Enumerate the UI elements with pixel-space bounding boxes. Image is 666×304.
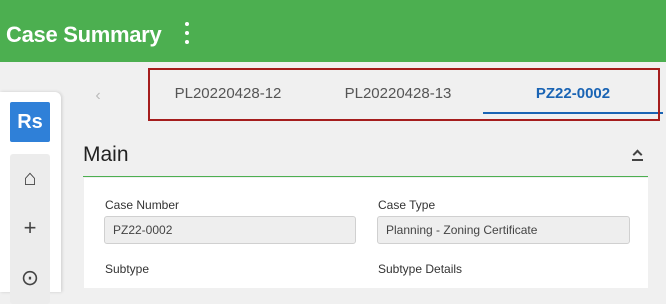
case-number-label: Case Number <box>105 198 180 212</box>
case-number-field[interactable]: PZ22-0002 <box>104 216 356 244</box>
home-icon[interactable]: ⌂ <box>10 158 50 198</box>
case-type-field[interactable]: Planning - Zoning Certificate <box>377 216 630 244</box>
case-type-label: Case Type <box>378 198 436 212</box>
section-title: Main <box>83 143 129 166</box>
rail-nav: ⌂ + ⊙ <box>10 154 50 304</box>
tab-pl20220428-13[interactable]: PL20220428-13 <box>323 70 473 116</box>
tab-pl20220428-12[interactable]: PL20220428-12 <box>153 70 303 116</box>
search-icon[interactable]: ⊙ <box>10 258 50 298</box>
page-title: Case Summary <box>6 22 162 47</box>
section-divider <box>83 176 648 177</box>
app-logo[interactable]: Rs <box>10 102 50 142</box>
plus-icon[interactable]: + <box>10 208 50 248</box>
collapse-section-icon[interactable] <box>631 146 645 164</box>
main-section-card: Case Number PZ22-0002 Case Type Planning… <box>84 178 648 288</box>
tabs-previous-button[interactable]: ‹ <box>83 82 113 110</box>
subtype-details-label: Subtype Details <box>378 262 463 276</box>
tab-pz22-0002[interactable]: PZ22-0002 <box>483 70 663 116</box>
case-tabs: ‹ PL20220428-12 PL20220428-13 PZ22-0002 <box>83 70 666 118</box>
app-header: Case Summary <box>0 0 666 62</box>
active-tab-indicator <box>483 112 663 114</box>
more-vertical-icon[interactable] <box>180 22 194 46</box>
side-rail: Rs ⌂ + ⊙ <box>0 92 61 304</box>
subtype-label: Subtype <box>105 262 150 276</box>
